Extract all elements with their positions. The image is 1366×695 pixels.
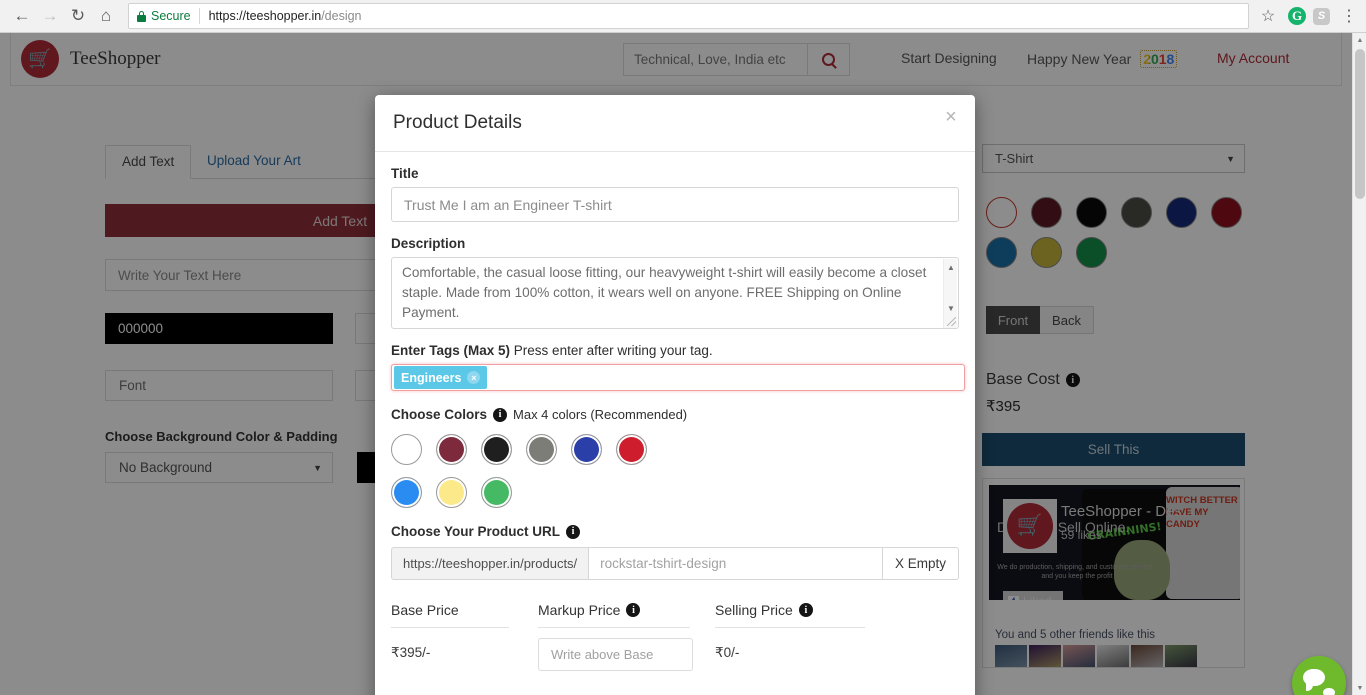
- page-viewport: 🛒 TeeShopper Technical, Love, India etc …: [0, 33, 1366, 695]
- info-icon[interactable]: i: [798, 603, 813, 617]
- tag-chip-label: Engineers: [401, 370, 462, 385]
- description-textarea[interactable]: Comfortable, the casual loose fitting, o…: [391, 257, 959, 329]
- selling-price-value: ₹0/-: [715, 645, 740, 660]
- lock-icon: [137, 10, 146, 22]
- close-icon[interactable]: ×: [941, 106, 961, 129]
- base-price-label: Base Price: [391, 602, 509, 628]
- color-swatch-green[interactable]: [481, 477, 512, 508]
- address-bar[interactable]: Secure https://teeshopper.in/design: [128, 3, 1249, 29]
- description-text: Comfortable, the casual loose fitting, o…: [402, 265, 927, 320]
- tag-chip[interactable]: Engineers ×: [394, 366, 488, 389]
- grammarly-icon[interactable]: G: [1288, 7, 1306, 25]
- markup-price-label: Markup Price i: [538, 602, 690, 628]
- product-url-label: Choose Your Product URL i: [391, 524, 959, 539]
- scroll-down-icon[interactable]: ▼: [1353, 681, 1366, 695]
- forward-arrow-icon[interactable]: →: [36, 2, 64, 30]
- markup-price-input[interactable]: Write above Base: [538, 638, 693, 671]
- selling-price-label-text: Selling Price: [715, 602, 793, 618]
- product-url-status: X Empty: [882, 547, 959, 580]
- tags-label-text: Enter Tags (Max 5): [391, 343, 511, 358]
- tags-label: Enter Tags (Max 5) Press enter after wri…: [391, 343, 959, 358]
- product-details-modal: Product Details × Title Trust Me I am an…: [375, 95, 975, 695]
- browser-toolbar: ← → ↻ ⌂ Secure https://teeshopper.in/des…: [0, 0, 1366, 33]
- title-input[interactable]: Trust Me I am an Engineer T-shirt: [391, 187, 959, 222]
- choose-colors-hint: Max 4 colors (Recommended): [513, 407, 688, 422]
- close-icon[interactable]: ×: [467, 371, 481, 384]
- kebab-menu-icon[interactable]: ⋮: [1340, 6, 1358, 26]
- description-label: Description: [391, 236, 466, 251]
- color-swatch-lightblue[interactable]: [391, 477, 422, 508]
- scroll-up-icon[interactable]: ▲: [947, 263, 955, 272]
- info-icon[interactable]: i: [493, 407, 508, 422]
- selling-price-label: Selling Price i: [715, 602, 865, 628]
- color-swatch-gray[interactable]: [526, 434, 557, 465]
- page-title: Product Details: [393, 112, 522, 133]
- base-price-column: Base Price ₹395/-: [391, 602, 509, 671]
- color-swatch-yellow[interactable]: [436, 477, 467, 508]
- color-swatch-blue[interactable]: [571, 434, 602, 465]
- title-label: Title: [391, 166, 419, 181]
- page-content: 🛒 TeeShopper Technical, Love, India etc …: [0, 33, 1352, 695]
- product-url-group: https://teeshopper.in/products/ rockstar…: [391, 547, 959, 580]
- info-icon[interactable]: i: [626, 603, 641, 617]
- product-url-input[interactable]: rockstar-tshirt-design: [588, 547, 883, 580]
- reload-icon[interactable]: ↻: [64, 2, 92, 30]
- base-price-value: ₹395/-: [391, 645, 431, 660]
- star-icon[interactable]: ☆: [1255, 6, 1281, 26]
- color-swatch-red[interactable]: [616, 434, 647, 465]
- scroll-down-icon[interactable]: ▼: [947, 304, 955, 313]
- color-swatch-white[interactable]: [391, 434, 422, 465]
- page-scrollbar[interactable]: ▲ ▼: [1352, 33, 1366, 695]
- product-url-prefix: https://teeshopper.in/products/: [391, 547, 589, 580]
- modal-color-row-1: [391, 434, 959, 465]
- url-origin: https://teeshopper.in: [208, 9, 322, 23]
- markup-price-column: Markup Price i Write above Base: [538, 602, 693, 671]
- modal-body: Title Trust Me I am an Engineer T-shirt …: [375, 152, 975, 671]
- chat-bubble-large: [1303, 669, 1325, 691]
- price-section: Base Price ₹395/- Markup Price i Write a…: [391, 602, 959, 671]
- skype-icon[interactable]: S: [1313, 7, 1330, 25]
- scroll-up-icon[interactable]: ▲: [1353, 33, 1366, 47]
- secure-label: Secure: [151, 9, 191, 23]
- selling-price-column: Selling Price i ₹0/-: [715, 602, 865, 671]
- product-url-label-text: Choose Your Product URL: [391, 524, 561, 539]
- modal-color-row-2: [391, 477, 959, 508]
- color-swatch-black[interactable]: [481, 434, 512, 465]
- url-path: /design: [321, 9, 362, 23]
- choose-colors-label-text: Choose Colors: [391, 407, 488, 422]
- markup-price-label-text: Markup Price: [538, 602, 621, 618]
- tags-input[interactable]: Engineers ×: [391, 364, 965, 391]
- tags-hint: Press enter after writing your tag.: [513, 343, 713, 358]
- scrollbar-thumb[interactable]: [1355, 49, 1365, 199]
- info-icon[interactable]: i: [566, 524, 581, 539]
- choose-colors-label: Choose Colors i Max 4 colors (Recommende…: [391, 407, 959, 422]
- back-arrow-icon[interactable]: ←: [8, 2, 36, 30]
- chat-bubble-small: [1321, 686, 1337, 695]
- color-swatch-maroon[interactable]: [436, 434, 467, 465]
- modal-header: Product Details ×: [375, 95, 975, 152]
- resize-grip-icon[interactable]: [947, 317, 956, 326]
- home-icon[interactable]: ⌂: [92, 2, 120, 30]
- omnibox-divider: [198, 8, 200, 24]
- base-price-label-text: Base Price: [391, 602, 459, 618]
